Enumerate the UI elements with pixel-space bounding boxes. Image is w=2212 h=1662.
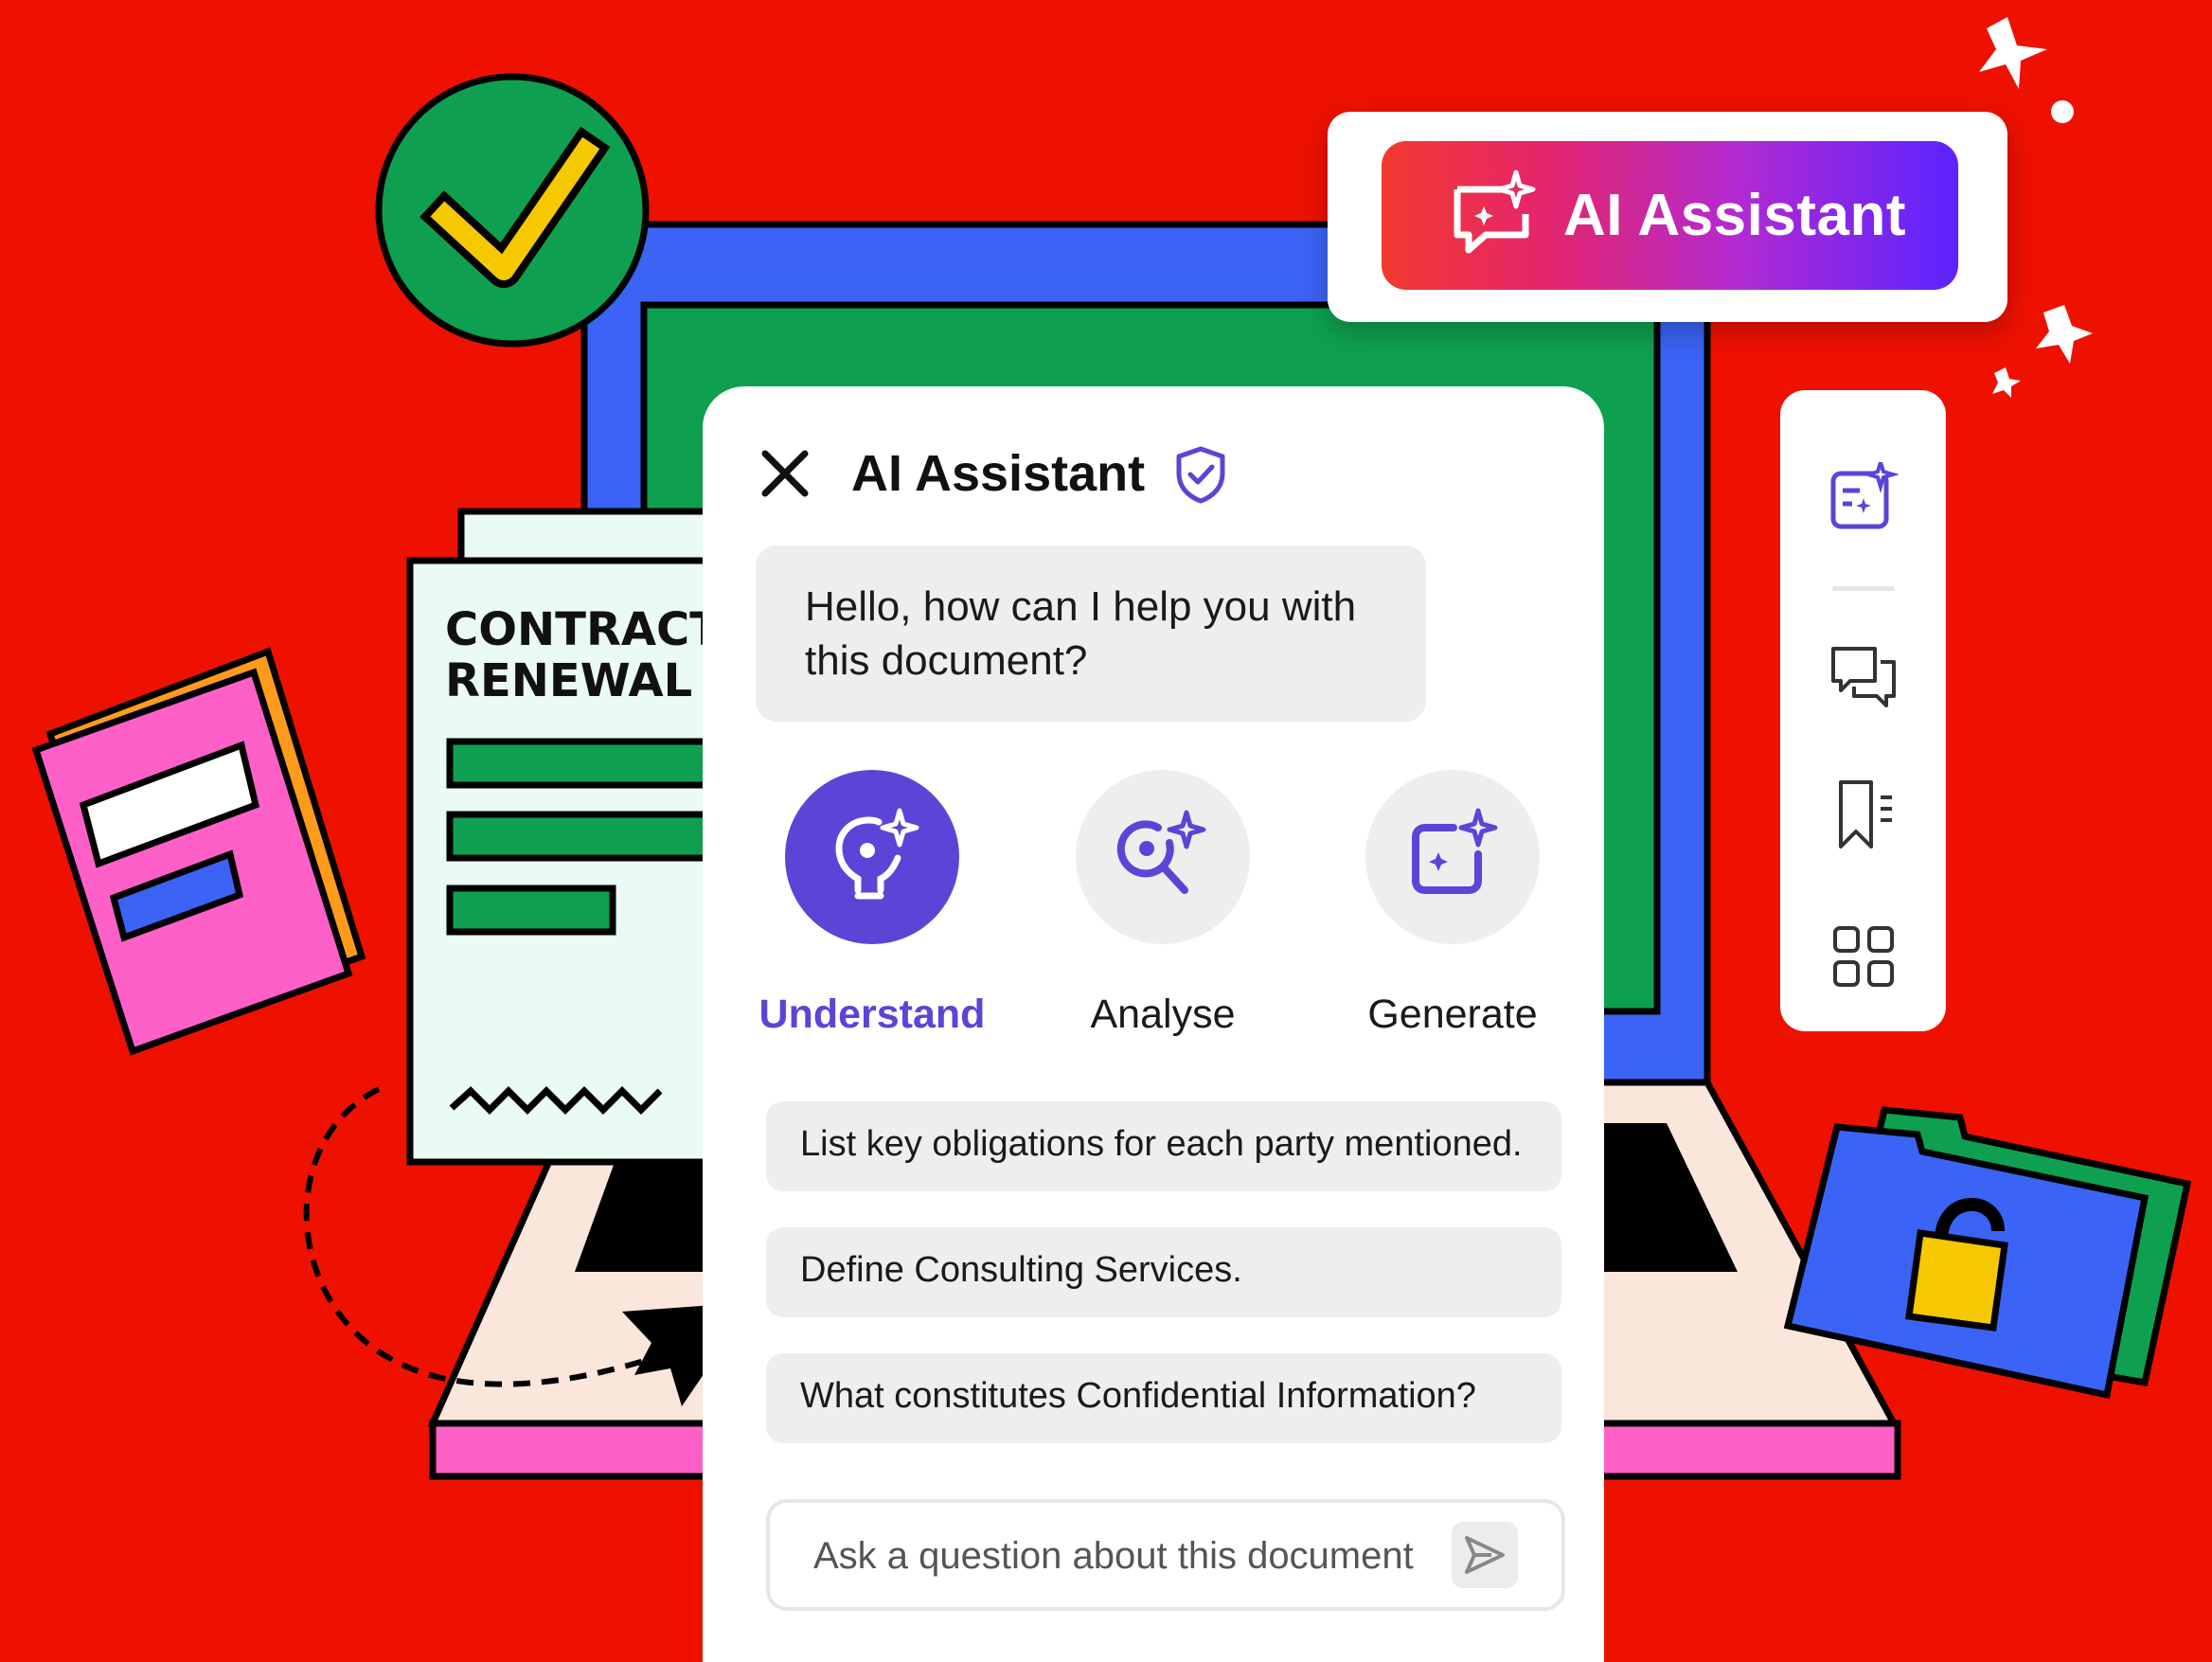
contract-title-line1: CONTRACT [445, 603, 722, 656]
ai-assistant-button[interactable]: AI Assistant [1382, 141, 1958, 290]
edit-sparkle-icon[interactable] [1828, 462, 1900, 534]
shield-check-icon [1176, 446, 1225, 504]
question-input[interactable] [812, 1522, 1421, 1590]
ai-assistant-button-label: AI Assistant [1563, 183, 1907, 248]
suggestion-text: What constitutes Confidential Informatio… [800, 1376, 1476, 1416]
mode-understand-circle [785, 770, 959, 944]
suggestion-chip[interactable]: What constitutes Confidential Informatio… [766, 1353, 1561, 1443]
contract-title-line2: RENEWAL [445, 654, 693, 707]
mode-understand-label: Understand [758, 992, 986, 1037]
comments-icon[interactable] [1828, 641, 1900, 713]
side-toolbar [1780, 390, 1946, 1031]
send-icon [1465, 1536, 1505, 1574]
panel-title: AI Assistant [851, 445, 1146, 502]
ai-assistant-badge-card: AI Assistant [1328, 112, 2007, 322]
contract-title: CONTRACT RENEWAL [445, 604, 721, 706]
suggestion-text: List key obligations for each party ment… [800, 1124, 1523, 1164]
ai-assistant-panel: AI Assistant Hello, how can I help you w… [703, 386, 1604, 1662]
check-badge-illustration [375, 73, 650, 348]
send-button[interactable] [1452, 1522, 1518, 1588]
question-input-container [766, 1499, 1565, 1611]
toolbar-separator [1832, 586, 1895, 591]
bookmark-list-icon[interactable] [1828, 778, 1900, 850]
suggestion-text: Define Consulting Services. [800, 1250, 1242, 1290]
mode-analyse-circle [1076, 770, 1250, 944]
lightbulb-sparkle-icon [835, 808, 919, 900]
mode-generate-label: Generate [1367, 992, 1538, 1037]
notebook-illustration [31, 647, 366, 1056]
generate-sparkle-icon [1412, 808, 1498, 894]
mode-generate-circle [1365, 770, 1540, 944]
close-icon[interactable] [759, 448, 811, 499]
mode-analyse-label: Analyse [1090, 992, 1236, 1037]
suggestion-chip[interactable]: Define Consulting Services. [766, 1227, 1561, 1317]
greeting-message: Hello, how can I help you with this docu… [756, 545, 1426, 722]
suggestion-chip[interactable]: List key obligations for each party ment… [766, 1101, 1561, 1191]
grid-icon[interactable] [1828, 920, 1900, 992]
ai-chat-sparkle-icon [1454, 170, 1536, 253]
search-sparkle-icon [1116, 810, 1206, 894]
greeting-text: Hello, how can I help you with this docu… [805, 583, 1357, 684]
